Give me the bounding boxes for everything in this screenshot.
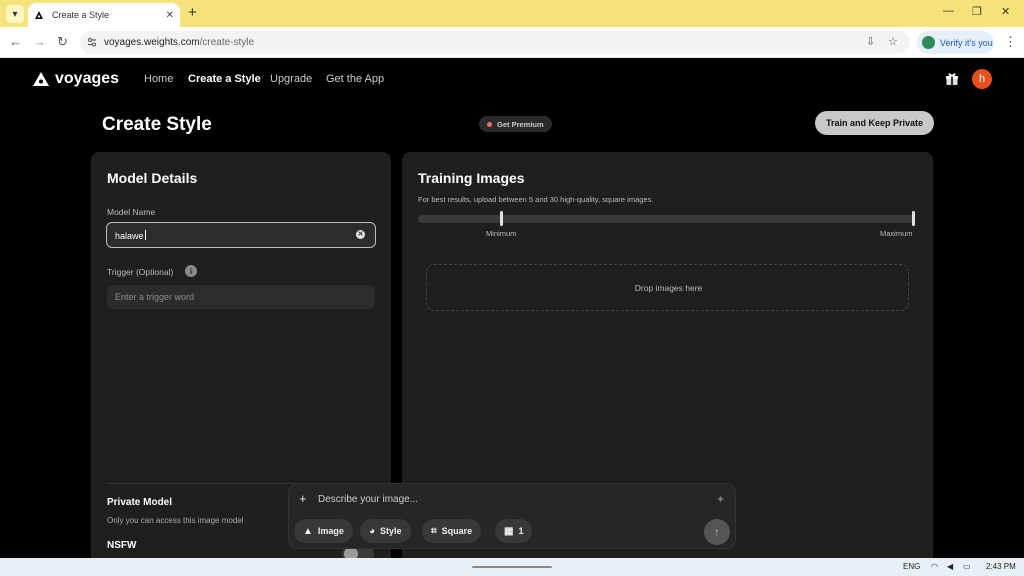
nav-upgrade[interactable]: Upgrade	[270, 73, 312, 85]
image-mode-chip[interactable]: ▲ Image	[294, 519, 353, 543]
input-language[interactable]: ENG	[903, 562, 920, 571]
minimum-marker	[500, 211, 503, 226]
site-settings-icon[interactable]	[86, 36, 98, 48]
image-icon: ▲	[303, 525, 313, 537]
reload-button[interactable]: ↻	[57, 34, 68, 50]
new-tab-button[interactable]: +	[188, 5, 197, 21]
site-logo[interactable]: voyages	[32, 70, 119, 88]
minimum-label: Minimum	[486, 229, 517, 238]
model-details-heading: Model Details	[107, 170, 198, 186]
browser-menu-icon[interactable]: ⋮	[1004, 34, 1017, 50]
private-model-description: Only you can access this image model	[107, 516, 244, 525]
voyages-logo-icon	[33, 72, 49, 86]
profile-avatar-icon	[922, 36, 935, 49]
nav-get-the-app[interactable]: Get the App	[326, 73, 384, 85]
os-taskbar: ENG ◠ ◀ ▭ 2:43 PM	[0, 558, 1024, 576]
count-chip-label: 1	[518, 526, 524, 536]
model-name-value: halawe	[115, 230, 146, 241]
battery-icon[interactable]: ▭	[963, 562, 971, 571]
get-premium-badge[interactable]: Get Premium	[479, 116, 552, 132]
dropzone-text: Drop images here	[634, 283, 703, 293]
nav-home[interactable]: Home	[144, 73, 173, 85]
address-bar[interactable]: voyages.weights.com/create-style ⇩ ☆	[80, 31, 910, 54]
clock[interactable]: 2:43 PM	[986, 562, 1016, 571]
grid-icon: ▦	[504, 525, 514, 537]
bookmark-star-icon[interactable]: ☆	[888, 35, 898, 48]
trigger-word-input[interactable]: Enter a trigger word	[107, 285, 375, 309]
prompt-input[interactable]: Describe your image...	[318, 494, 418, 505]
url-path: /create-style	[199, 37, 255, 48]
install-app-icon[interactable]: ⇩	[866, 35, 875, 48]
minimize-icon[interactable]: —	[943, 5, 954, 17]
forward-button[interactable]: →	[33, 34, 46, 50]
back-button[interactable]: ←	[9, 34, 22, 50]
premium-label: Get Premium	[497, 119, 544, 129]
nsfw-heading: NSFW	[107, 540, 137, 551]
aspect-ratio-chip[interactable]: ⌗ Square	[422, 519, 482, 543]
sparkle-icon[interactable]: ✦	[716, 493, 725, 506]
verify-label: Verify it's you	[940, 37, 993, 48]
aspect-chip-label: Square	[441, 526, 473, 536]
image-count-chip[interactable]: ▦ 1	[495, 519, 533, 543]
model-name-input[interactable]: halawe ✕	[106, 222, 376, 248]
volume-icon[interactable]: ◀	[947, 562, 953, 571]
logo-text: voyages	[55, 70, 120, 87]
browser-tab-strip: ▾ Create a Style ✕ + — ❐ ✕	[0, 0, 1024, 27]
close-window-icon[interactable]: ✕	[1001, 5, 1010, 18]
image-dropzone[interactable]: Drop images here	[426, 264, 909, 311]
train-and-keep-private-button[interactable]: Train and Keep Private	[815, 111, 934, 135]
user-avatar[interactable]: h	[972, 69, 992, 89]
nav-create-style[interactable]: Create a Style	[188, 73, 261, 85]
clear-input-icon[interactable]: ✕	[356, 230, 365, 239]
arrow-up-icon: ↑	[714, 525, 720, 539]
add-attachment-icon[interactable]: +	[299, 491, 307, 506]
restore-icon[interactable]: ❐	[972, 5, 982, 18]
palette-icon: ◕	[369, 525, 376, 537]
tab-close-icon[interactable]: ✕	[166, 10, 174, 21]
info-icon[interactable]: i	[185, 265, 197, 277]
prompt-composer: + Describe your image... ✦ ▲ Image ◕ Style…	[288, 483, 736, 549]
training-images-heading: Training Images	[418, 170, 525, 186]
tab-search-button[interactable]: ▾	[6, 5, 24, 23]
image-chip-label: Image	[317, 526, 344, 536]
arrow-right-icon: →	[33, 34, 46, 49]
maximum-label: Maximum	[880, 229, 913, 238]
site-header: voyages Home Create a Style Upgrade Get …	[0, 58, 1024, 102]
crop-icon: ⌗	[431, 525, 437, 537]
wifi-icon[interactable]: ◠	[931, 562, 938, 571]
arrow-left-icon: ←	[9, 34, 22, 49]
image-count-track	[418, 215, 915, 223]
shelf-handle[interactable]	[472, 566, 552, 568]
model-name-text: halawe	[115, 231, 144, 241]
maximum-marker	[912, 211, 915, 226]
reload-icon: ↻	[57, 34, 68, 49]
url-host: voyages.weights.com	[104, 37, 200, 48]
text-caret	[144, 230, 146, 240]
model-name-label: Model Name	[107, 207, 156, 217]
browser-tab[interactable]: Create a Style ✕	[28, 3, 180, 27]
trigger-placeholder: Enter a trigger word	[115, 292, 195, 302]
style-chip-label: Style	[380, 526, 402, 536]
gift-icon[interactable]	[945, 72, 959, 86]
tab-title: Create a Style	[52, 10, 110, 20]
browser-toolbar: ← → ↻ voyages.weights.com/create-style ⇩…	[0, 27, 1024, 58]
private-model-heading: Private Model	[107, 497, 173, 508]
send-button[interactable]: ↑	[704, 519, 730, 545]
training-hint: For best results, upload between 5 and 3…	[418, 195, 654, 204]
chevron-down-icon: ▾	[12, 8, 18, 20]
style-chip[interactable]: ◕ Style	[360, 519, 411, 543]
premium-dot-icon	[487, 121, 492, 127]
trigger-label: Trigger (Optional)	[107, 267, 174, 277]
page-title: Create Style	[102, 114, 212, 135]
url-text: voyages.weights.com/create-style	[104, 37, 254, 48]
voyages-favicon-icon	[35, 11, 43, 19]
verify-profile-button[interactable]: Verify it's you	[917, 31, 994, 54]
